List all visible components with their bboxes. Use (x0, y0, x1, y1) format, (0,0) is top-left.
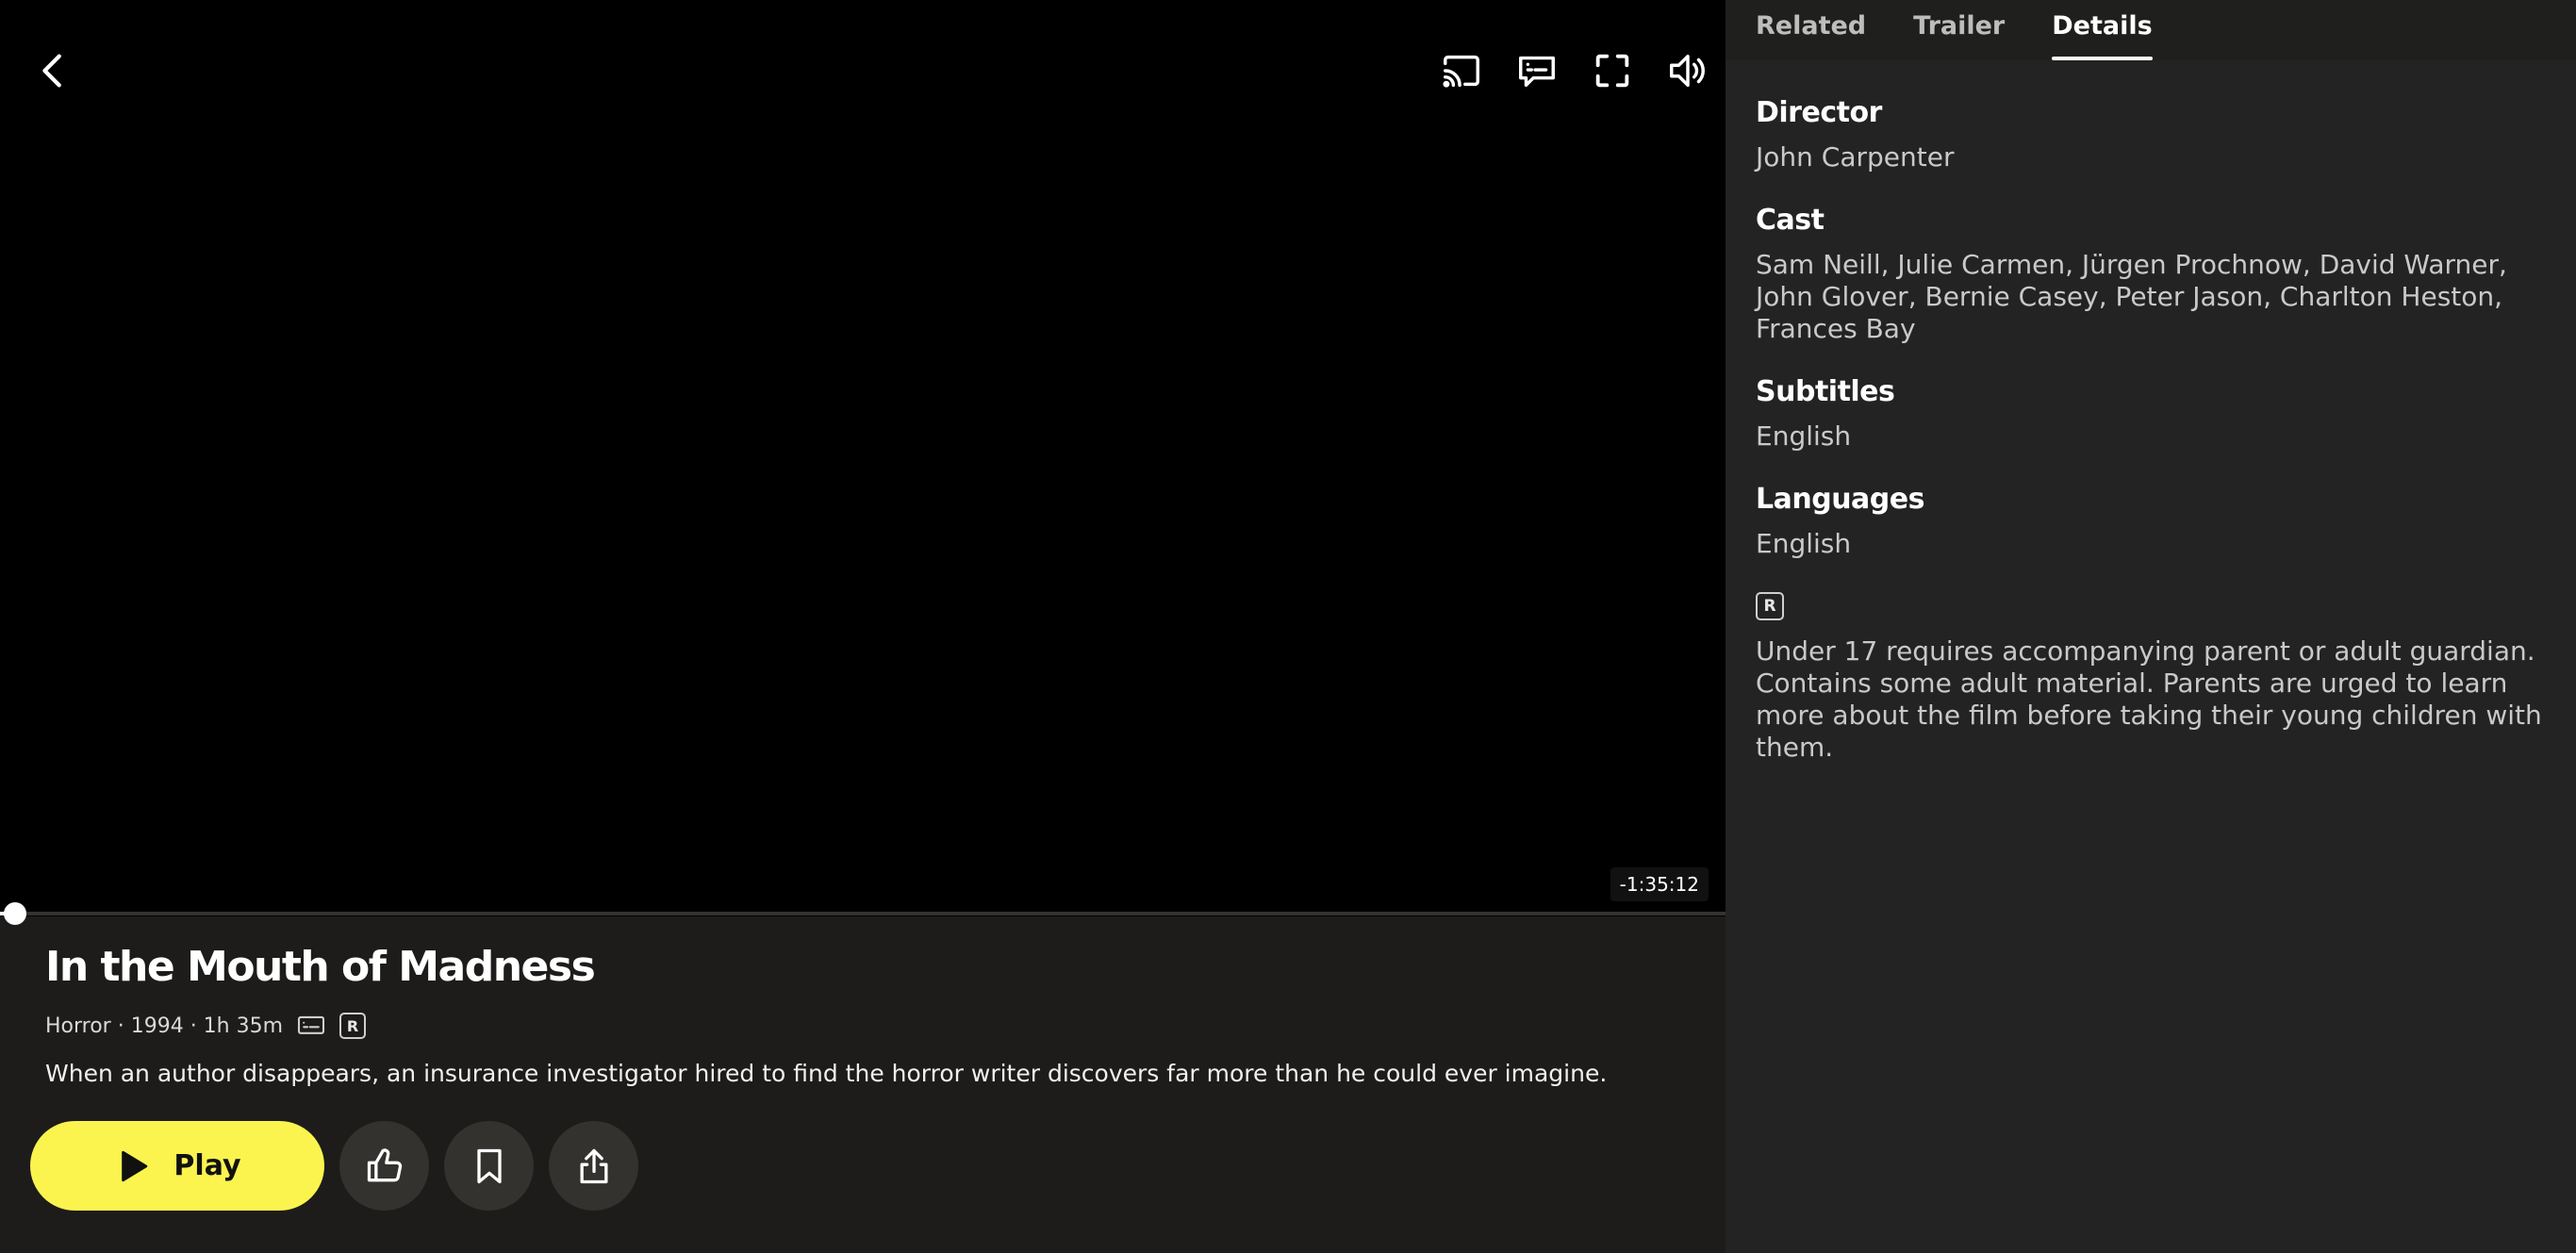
cast-icon (1443, 55, 1479, 88)
tab-bar: Related Trailer Details (1726, 0, 2576, 60)
play-button[interactable]: Play (30, 1121, 324, 1211)
director-value: John Carpenter (1756, 141, 1955, 173)
tab-related[interactable]: Related (1756, 0, 1866, 60)
rating-badge: R (1756, 592, 1784, 620)
video-surface[interactable] (0, 0, 1726, 916)
movie-title: In the Mouth of Madness (45, 943, 596, 991)
volume-button[interactable] (1659, 41, 1717, 100)
movie-meta: Horror · 1994 · 1h 35m R (45, 1013, 1705, 1039)
subtitles-value: English (1756, 420, 1852, 452)
action-bar: Play (30, 1121, 638, 1211)
play-label: Play (173, 1149, 241, 1182)
like-button[interactable] (339, 1121, 429, 1211)
play-icon (122, 1150, 148, 1181)
chevron-left-icon (42, 54, 61, 88)
share-icon (580, 1148, 607, 1183)
bookmark-button[interactable] (444, 1121, 534, 1211)
app-root: -1:35:12 In the Mouth of Madness Horror … (0, 0, 2576, 1253)
video-player: -1:35:12 In the Mouth of Madness Horror … (0, 0, 1726, 1253)
share-button[interactable] (549, 1121, 638, 1211)
subtitles-icon (1519, 56, 1555, 88)
rating-advisory: Under 17 requires accompanying parent or… (1756, 635, 2542, 763)
tab-trailer[interactable]: Trailer (1913, 0, 2005, 60)
cast-heading: Cast (1756, 204, 1825, 237)
volume-icon (1670, 54, 1705, 88)
progress-bar[interactable] (0, 912, 1726, 915)
subtitles-icon (298, 1015, 325, 1034)
genre-year-runtime: Horror · 1994 · 1h 35m (45, 1014, 284, 1038)
thumbs-up-icon (367, 1147, 402, 1181)
cc-badge (296, 1014, 326, 1038)
time-remaining: -1:35:12 (1610, 867, 1709, 901)
tab-details[interactable]: Details (2052, 0, 2154, 60)
subtitles-button[interactable] (1508, 41, 1566, 100)
movie-info: In the Mouth of Madness Horror · 1994 · … (45, 933, 1705, 1090)
rating-badge: R (339, 1013, 367, 1039)
back-button[interactable] (25, 41, 83, 100)
cast-value: Sam Neill, Julie Carmen, Jürgen Prochnow… (1756, 249, 2507, 344)
fullscreen-button[interactable] (1583, 41, 1642, 100)
movie-description: When an author disappears, an insurance … (45, 1060, 1608, 1087)
subtitles-heading: Subtitles (1756, 375, 1895, 408)
director-heading: Director (1756, 96, 1882, 129)
details-panel: Related Trailer Details Director John Ca… (1726, 0, 2576, 1253)
progress-thumb[interactable] (4, 902, 26, 925)
fullscreen-icon (1595, 54, 1629, 88)
languages-heading: Languages (1756, 483, 1924, 516)
details-content: Director John Carpenter Cast Sam Neill, … (1726, 60, 2576, 764)
languages-value: English (1756, 528, 1852, 559)
bookmark-icon (476, 1148, 502, 1183)
cast-button[interactable] (1432, 41, 1491, 100)
